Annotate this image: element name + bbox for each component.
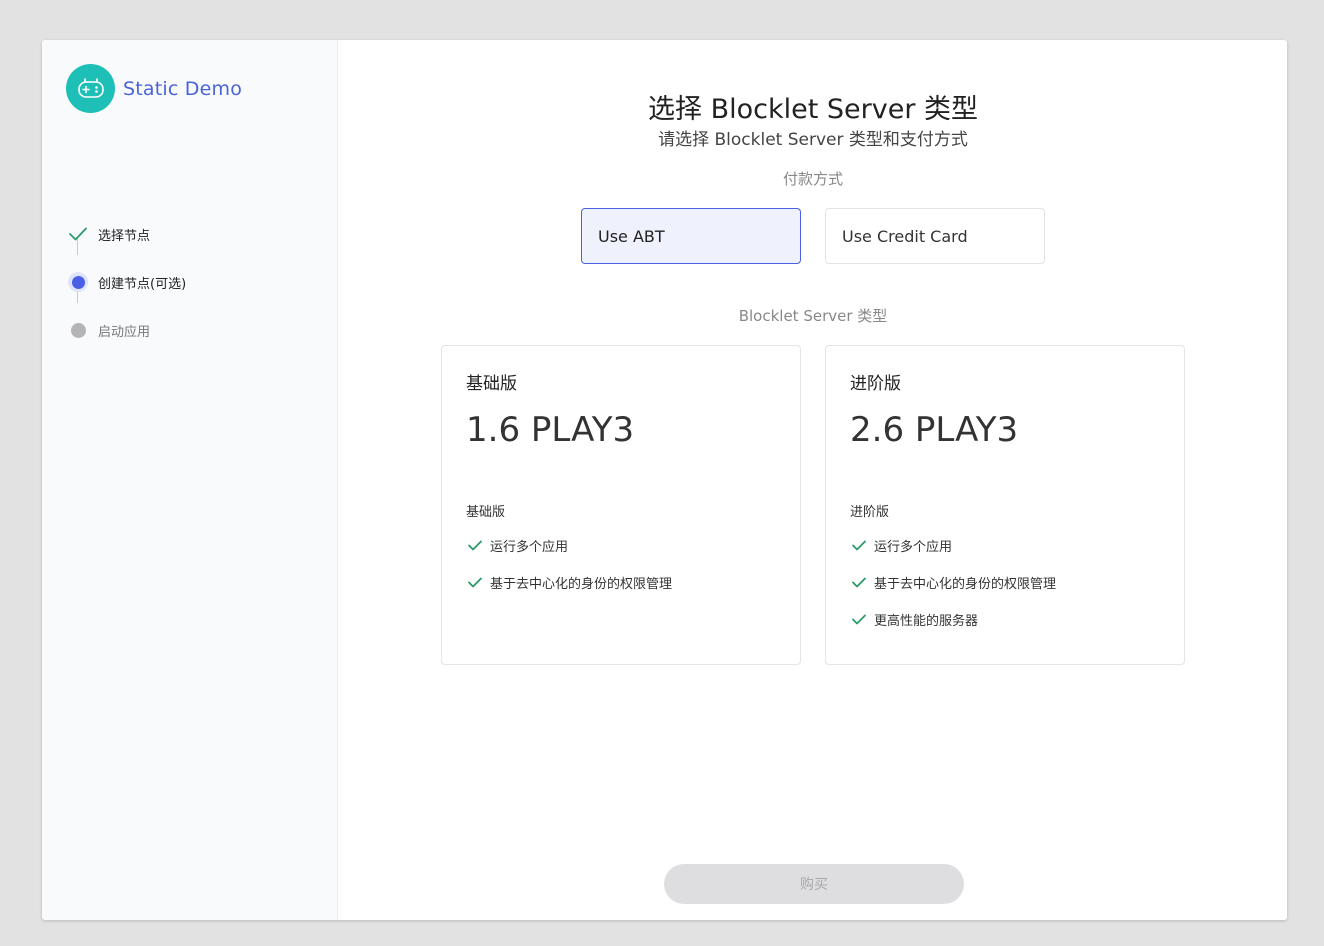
- feature-label: 基于去中心化的身份的权限管理: [874, 577, 1057, 592]
- stepper: 选择节点 创建节点(可选) 启动应用: [66, 210, 186, 354]
- feature-label: 运行多个应用: [874, 540, 953, 555]
- use-credit-card-button[interactable]: Use Credit Card: [825, 208, 1045, 264]
- plan-price: 1.6 PLAY3: [466, 410, 635, 450]
- step-launch-app: 启动应用: [66, 306, 186, 354]
- step-label: 启动应用: [98, 324, 151, 340]
- feature-item: 运行多个应用: [852, 536, 952, 555]
- step-select-node: 选择节点: [66, 210, 186, 258]
- check-icon: [468, 540, 482, 551]
- payment-method-label: 付款方式: [782, 170, 843, 188]
- plan-card-advanced[interactable]: 进阶版 2.6 PLAY3 进阶版 运行多个应用 基于去中心化的身份的权限管理 …: [825, 345, 1185, 665]
- feature-item: 基于去中心化的身份的权限管理: [468, 573, 672, 592]
- active-dot-icon: [66, 270, 90, 294]
- plan-name: 基础版: [466, 374, 517, 394]
- step-create-node: 创建节点(可选): [66, 258, 186, 306]
- check-icon: [852, 614, 866, 625]
- use-credit-card-label: Use Credit Card: [842, 226, 968, 246]
- plan-name: 进阶版: [850, 374, 901, 394]
- buy-button[interactable]: 购买: [664, 864, 964, 904]
- check-icon: [66, 222, 90, 246]
- plan-subtitle: 基础版: [466, 505, 506, 520]
- plan-card-basic[interactable]: 基础版 1.6 PLAY3 基础版 运行多个应用 基于去中心化的身份的权限管理: [441, 345, 801, 665]
- page-title: 选择 Blocklet Server 类型: [647, 94, 978, 125]
- step-label: 创建节点(可选): [98, 276, 187, 292]
- server-type-label: Blocklet Server 类型: [738, 307, 888, 325]
- plan-subtitle: 进阶版: [850, 505, 890, 520]
- brand[interactable]: Static Demo: [66, 64, 242, 113]
- app-window: Static Demo 选择节点 创建节点(可选) 启动应用 选择 Blockl…: [42, 40, 1287, 920]
- feature-label: 运行多个应用: [490, 540, 569, 555]
- feature-item: 更高性能的服务器: [852, 610, 978, 629]
- use-abt-label: Use ABT: [598, 226, 665, 246]
- plan-price: 2.6 PLAY3: [850, 410, 1019, 450]
- use-abt-button[interactable]: Use ABT: [581, 208, 801, 264]
- sidebar: Static Demo 选择节点 创建节点(可选) 启动应用: [42, 40, 338, 920]
- check-icon: [852, 577, 866, 588]
- page-subtitle: 请选择 Blocklet Server 类型和支付方式: [658, 130, 968, 150]
- feature-label: 更高性能的服务器: [874, 614, 979, 629]
- main-content: 选择 Blocklet Server 类型 请选择 Blocklet Serve…: [339, 40, 1287, 920]
- gamepad-icon: [66, 64, 115, 113]
- feature-item: 基于去中心化的身份的权限管理: [852, 573, 1056, 592]
- check-icon: [468, 577, 482, 588]
- pending-dot-icon: [66, 318, 90, 342]
- step-label: 选择节点: [98, 228, 151, 244]
- feature-label: 基于去中心化的身份的权限管理: [490, 577, 673, 592]
- check-icon: [852, 540, 866, 551]
- feature-item: 运行多个应用: [468, 536, 568, 555]
- app-name: Static Demo: [123, 77, 243, 100]
